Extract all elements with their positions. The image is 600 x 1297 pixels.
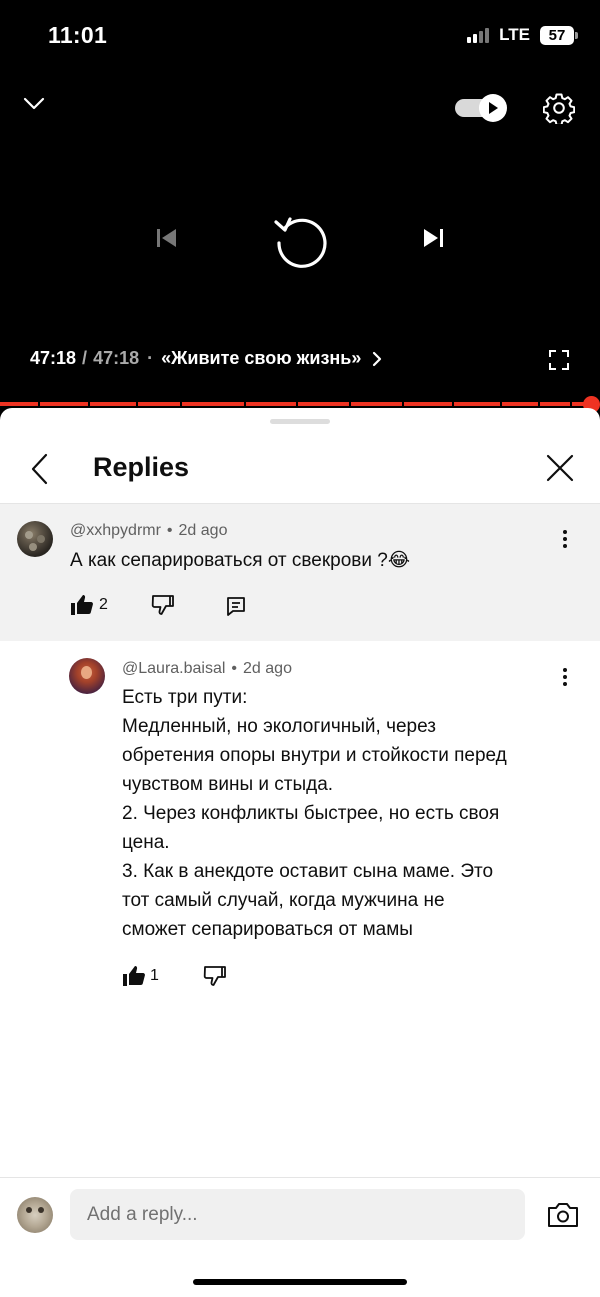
- avatar[interactable]: [69, 658, 105, 694]
- video-player[interactable]: 11:01 LTE 57 47:18 / 47:18 · «Живите сво…: [0, 0, 600, 413]
- reply-icon[interactable]: [225, 595, 247, 617]
- current-time: 47:18: [30, 348, 77, 368]
- camera-icon[interactable]: [547, 1201, 579, 1229]
- fullscreen-icon[interactable]: [548, 349, 570, 371]
- replay-icon[interactable]: [272, 212, 328, 268]
- reply-input[interactable]: [70, 1189, 525, 1240]
- home-indicator[interactable]: [193, 1279, 407, 1285]
- time-separator: /: [82, 348, 88, 368]
- autoplay-toggle[interactable]: [455, 94, 507, 122]
- duration: 47:18: [93, 348, 140, 368]
- comment-meta: @Laura.baisal • 2d ago: [122, 660, 292, 677]
- status-indicators: LTE 57: [467, 25, 578, 45]
- chapter-title[interactable]: «Живите свою жизнь»: [161, 348, 361, 369]
- sheet-title: Replies: [93, 452, 190, 482]
- comment-author[interactable]: @xxhpydrmr: [70, 522, 161, 539]
- comment-line: Есть три пути:: [122, 687, 248, 708]
- comment-line: 2. Через конфликты быстрее, но есть своя: [122, 803, 500, 824]
- comment-line: Медленный, но экологичный, через: [122, 716, 436, 737]
- previous-icon[interactable]: [154, 226, 180, 250]
- composer-divider: [0, 1177, 600, 1178]
- comment-text: А как сепарироваться от свекрови ?😂: [70, 550, 411, 571]
- signal-icon: [467, 27, 490, 43]
- avatar[interactable]: [17, 521, 53, 557]
- comment-line: цена.: [122, 832, 170, 853]
- comment-line: 3. Как в анекдоте оставит сына маме. Это: [122, 861, 494, 882]
- next-icon[interactable]: [420, 226, 446, 250]
- like-icon[interactable]: [70, 594, 94, 616]
- chapter-dot: ·: [147, 348, 154, 368]
- chevron-right-icon[interactable]: [371, 351, 383, 367]
- status-time: 11:01: [48, 22, 108, 48]
- parent-comment: @xxhpydrmr • 2d ago А как сепарироваться о…: [0, 504, 600, 641]
- dislike-icon[interactable]: [203, 965, 227, 987]
- comment-meta: @xxhpydrmr • 2d ago: [70, 522, 228, 539]
- battery-icon: 57: [540, 25, 578, 45]
- play-icon: [479, 94, 507, 122]
- like-icon[interactable]: [122, 965, 146, 987]
- comment-age: 2d ago: [178, 522, 228, 539]
- like-count: 2: [99, 596, 108, 613]
- comment-author[interactable]: @Laura.baisal: [122, 660, 225, 677]
- comment-line: сможет сепарироваться от мамы: [122, 919, 413, 940]
- comment-line: чувством вины и стыда.: [122, 774, 334, 795]
- comment-text: Есть три пути: Медленный, но экологичный…: [122, 683, 582, 944]
- comment-age: 2d ago: [243, 660, 292, 677]
- like-count: 1: [150, 967, 159, 984]
- progress-bar[interactable]: [0, 402, 592, 406]
- avatar: [17, 1197, 53, 1233]
- gear-icon[interactable]: [543, 92, 575, 124]
- time-chapter-row[interactable]: 47:18 / 47:18 · «Живите свою жизнь»: [30, 348, 383, 369]
- dislike-icon[interactable]: [151, 594, 175, 616]
- chevron-down-icon[interactable]: [22, 92, 46, 116]
- replies-sheet: Replies @xxhpydrmr • 2d ago А как сепариро…: [0, 408, 600, 1297]
- comment-line: обретения опоры внутри и стойкости перед: [122, 745, 507, 766]
- network-label: LTE: [499, 25, 530, 44]
- back-icon[interactable]: [28, 452, 52, 486]
- sheet-drag-handle[interactable]: [270, 419, 330, 424]
- close-icon[interactable]: [544, 452, 576, 484]
- comment-line: тот самый случай, когда мужчина не: [122, 890, 445, 911]
- more-icon[interactable]: [562, 530, 568, 552]
